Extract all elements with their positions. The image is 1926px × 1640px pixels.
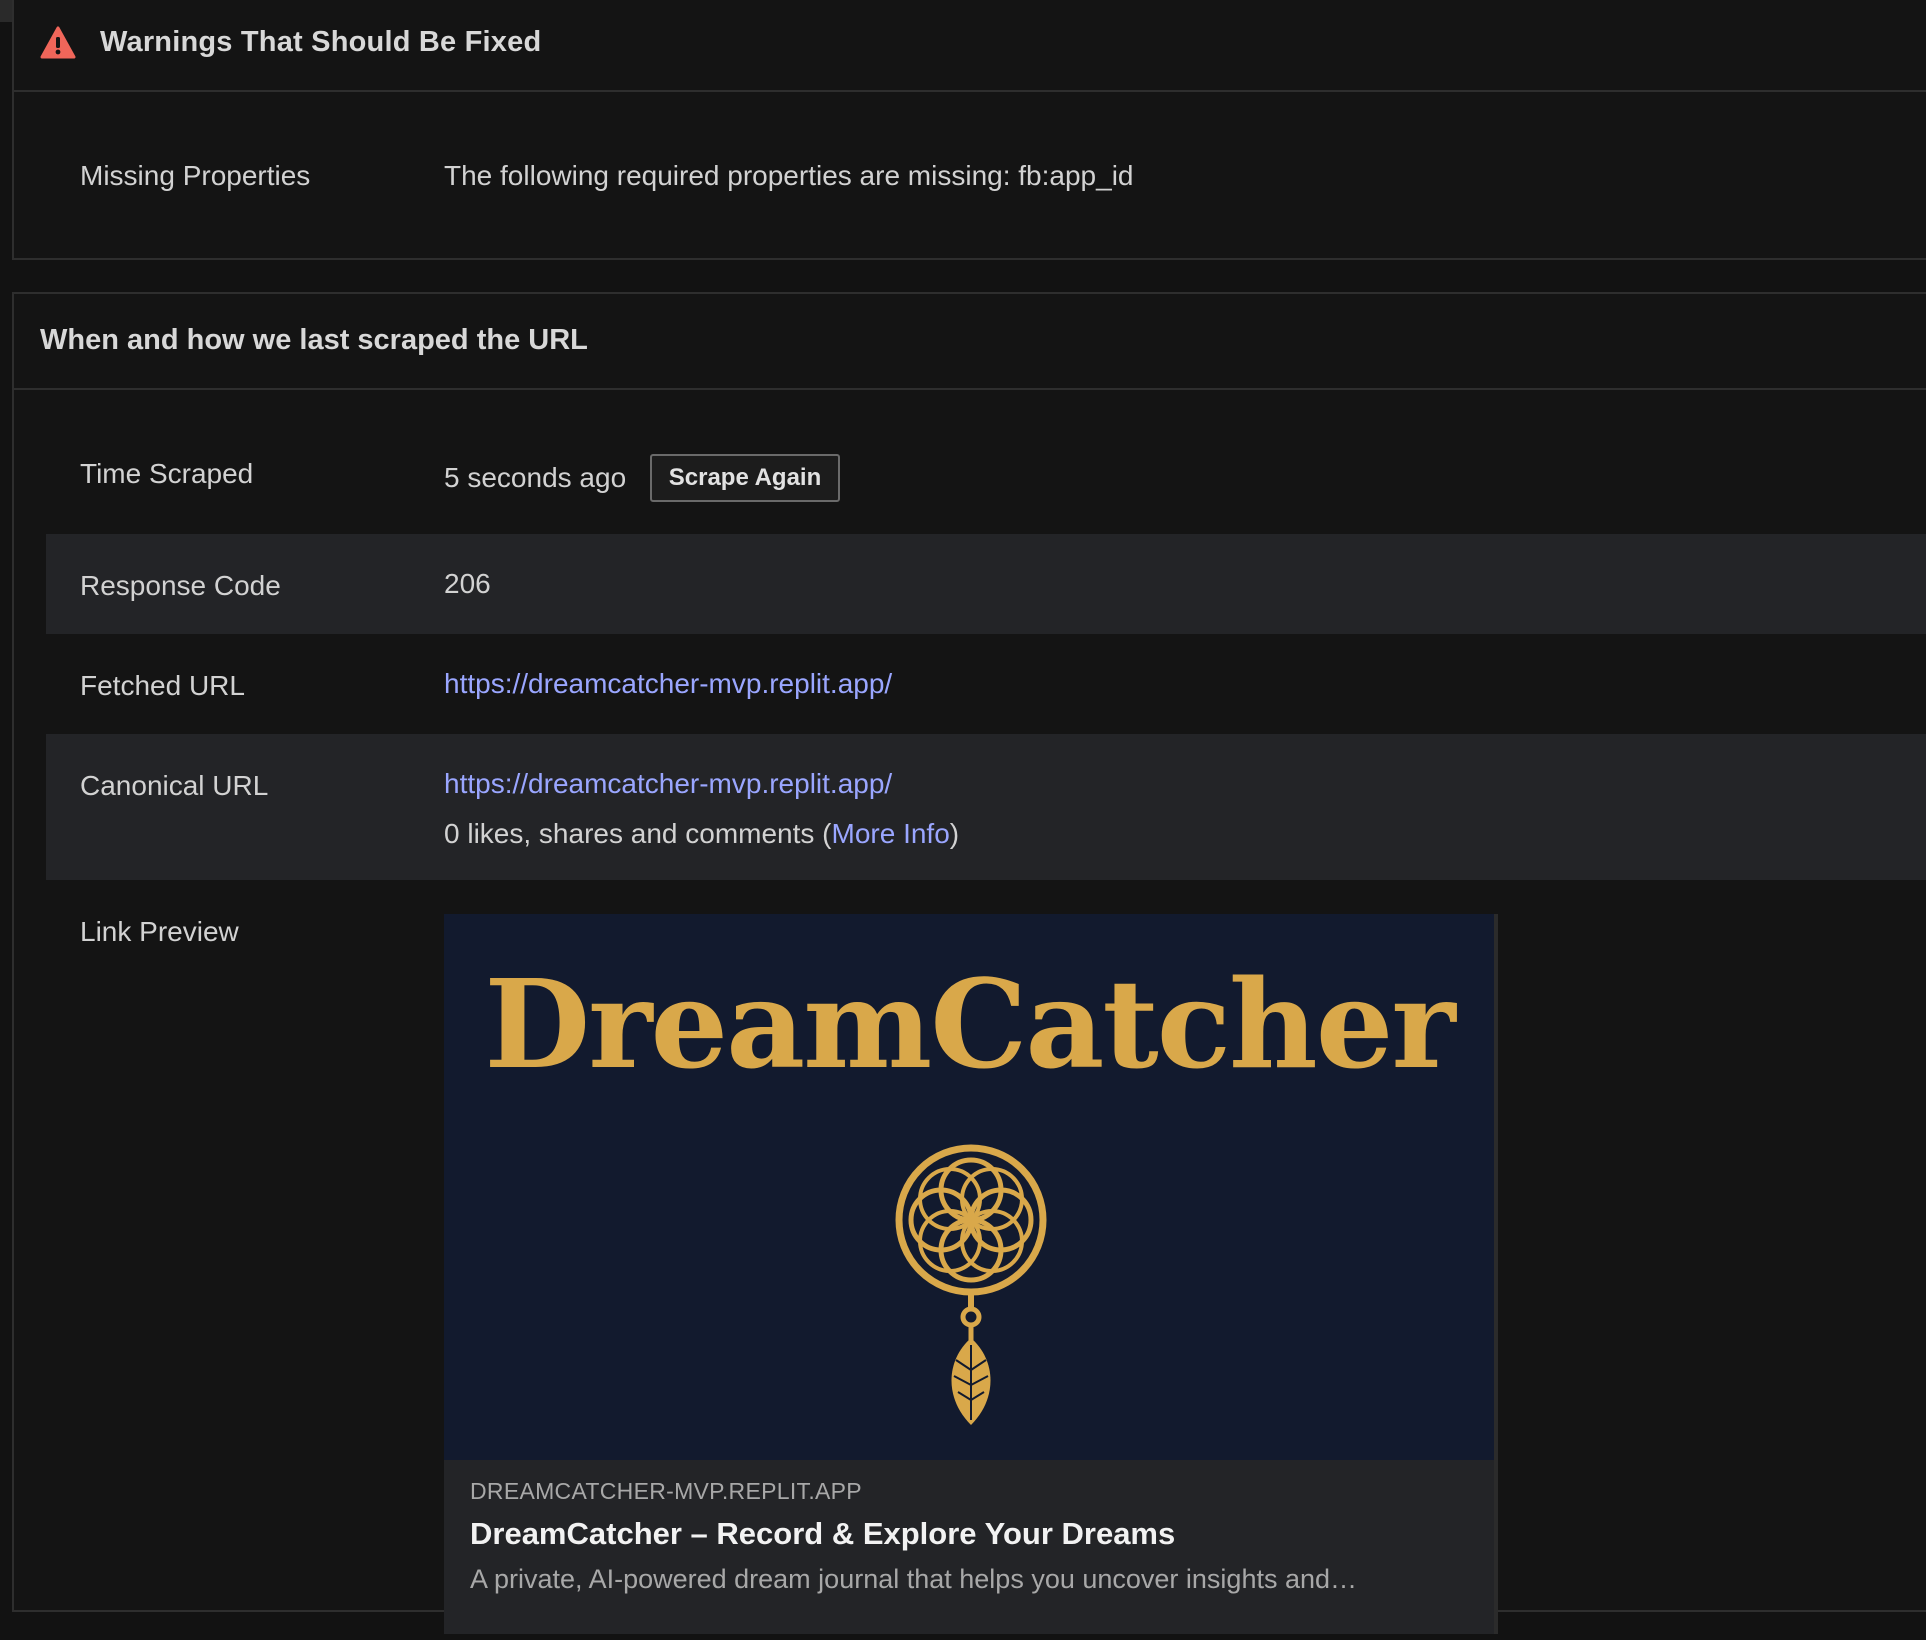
engagement-suffix: ) [949, 818, 960, 849]
warnings-header: Warnings That Should Be Fixed [14, 0, 1926, 92]
canonical-url-label: Canonical URL [80, 770, 269, 801]
warning-triangle-icon [40, 26, 76, 59]
warnings-title: Warnings That Should Be Fixed [100, 26, 542, 58]
fetched-url-label: Fetched URL [80, 670, 245, 701]
preview-image: DreamCatcher [444, 914, 1494, 1460]
dreamcatcher-wordmark: DreamCatcher [484, 952, 1455, 1096]
preview-meta: DREAMCATCHER-MVP.REPLIT.APP DreamCatcher… [444, 1460, 1494, 1640]
missing-properties-label: Missing Properties [80, 160, 311, 191]
canonical-url-row [46, 734, 1926, 880]
preview-description: A private, AI-powered dream journal that… [470, 1564, 1358, 1594]
preview-title[interactable]: DreamCatcher – Record & Explore Your Dre… [470, 1516, 1175, 1552]
response-code-row [46, 534, 1926, 634]
scrape-info-title: When and how we last scraped the URL [40, 324, 588, 356]
time-scraped-label: Time Scraped [80, 458, 254, 489]
engagement-prefix: 0 likes, shares and comments ( [444, 818, 832, 849]
preview-domain: DREAMCATCHER-MVP.REPLIT.APP [470, 1478, 862, 1504]
time-scraped-value: 5 seconds ago [444, 462, 627, 493]
scrape-info-card: When and how we last scraped the URL Tim… [12, 292, 1926, 1634]
missing-properties-value: The following required properties are mi… [444, 160, 1134, 191]
warnings-card: Warnings That Should Be Fixed Missing Pr… [12, 0, 1926, 260]
canonical-url-link[interactable]: https://dreamcatcher-mvp.replit.app/ [444, 768, 892, 800]
fetched-url-link[interactable]: https://dreamcatcher-mvp.replit.app/ [444, 668, 892, 700]
dreamcatcher-logo-icon [895, 1144, 1047, 1425]
scrape-again-button[interactable]: Scrape Again [650, 454, 840, 502]
scrape-info-header: When and how we last scraped the URL [14, 294, 1926, 390]
engagement-text: 0 likes, shares and comments (More Info) [444, 818, 959, 850]
link-preview-label: Link Preview [80, 916, 239, 947]
link-preview-card[interactable]: DreamCatcher DREAMCATCHER-MVP.REPLIT.APP… [444, 914, 1498, 1634]
response-code-value: 206 [444, 568, 491, 599]
more-info-link[interactable]: More Info [832, 818, 950, 849]
response-code-label: Response Code [80, 570, 281, 601]
